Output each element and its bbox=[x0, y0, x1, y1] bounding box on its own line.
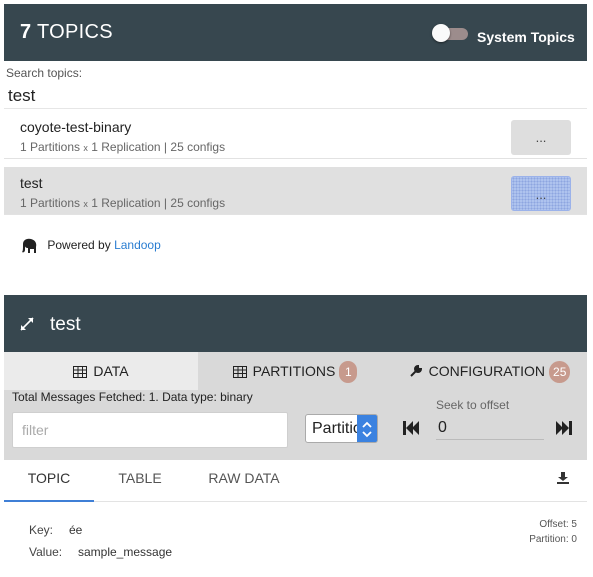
fetched-status: Total Messages Fetched: 1. Data type: bi… bbox=[12, 390, 253, 404]
topic-row[interactable]: coyote-test-binary 1 Partitions x 1 Repl… bbox=[4, 111, 587, 159]
value-label: Value: bbox=[29, 545, 63, 559]
topic-name: test bbox=[20, 175, 43, 191]
search-input[interactable] bbox=[4, 83, 587, 109]
topics-title: 7 TOPICS bbox=[20, 21, 113, 44]
powered-by: Powered by Landoop bbox=[20, 236, 161, 256]
view-subtabs: TOPIC TABLE RAW DATA bbox=[4, 460, 587, 502]
seek-offset-input[interactable] bbox=[436, 416, 544, 440]
offset-text: Offset: 5 bbox=[539, 519, 577, 530]
detail-tabs: DATA PARTITIONS 1 CONFIGURATION 25 bbox=[4, 352, 587, 390]
topics-title-label: TOPICS bbox=[36, 21, 113, 43]
wrench-icon bbox=[409, 364, 422, 377]
message-record: Key: ée Value: sample_message Offset: 5 … bbox=[4, 503, 587, 573]
topics-header: 7 TOPICS System Topics bbox=[4, 4, 587, 61]
search-label: Search topics: bbox=[6, 66, 83, 80]
data-controls: Total Messages Fetched: 1. Data type: bi… bbox=[4, 390, 587, 460]
key-value: ée bbox=[69, 523, 83, 537]
download-icon[interactable] bbox=[556, 471, 570, 485]
table-icon bbox=[73, 366, 88, 378]
subtab-table[interactable]: TABLE bbox=[94, 460, 186, 502]
tab-configuration[interactable]: CONFIGURATION 25 bbox=[392, 352, 587, 390]
subtab-raw-data[interactable]: RAW DATA bbox=[186, 460, 302, 502]
subtab-topic[interactable]: TOPIC bbox=[4, 460, 94, 502]
tab-data[interactable]: DATA bbox=[4, 352, 198, 390]
topic-meta: 1 Partitions x 1 Replication | 25 config… bbox=[20, 140, 226, 154]
value-value: sample_message bbox=[78, 545, 173, 559]
topic-row[interactable]: test 1 Partitions x 1 Replication | 25 c… bbox=[4, 167, 587, 215]
system-topics-toggle[interactable] bbox=[432, 24, 468, 42]
configuration-badge: 25 bbox=[549, 361, 571, 383]
topic-options-button[interactable]: ... bbox=[511, 120, 571, 155]
expand-icon[interactable] bbox=[19, 316, 35, 332]
seek-offset-label: Seek to offset bbox=[436, 398, 510, 412]
partition-text: Partition: 0 bbox=[529, 534, 577, 545]
topic-detail-header: test bbox=[4, 295, 587, 352]
topic-options-button[interactable]: ... bbox=[511, 176, 571, 211]
topic-detail-title: test bbox=[50, 314, 81, 335]
topics-count: 7 bbox=[20, 21, 32, 43]
system-topics-label: System Topics bbox=[477, 29, 575, 45]
select-arrows-icon bbox=[357, 415, 377, 442]
topic-meta: 1 Partitions x 1 Replication | 25 config… bbox=[20, 196, 226, 210]
partitions-badge: 1 bbox=[339, 361, 358, 383]
landoop-link[interactable]: Landoop bbox=[114, 238, 161, 252]
seek-last-icon[interactable] bbox=[555, 420, 573, 436]
partition-select[interactable]: Partition bbox=[305, 414, 378, 443]
topic-name: coyote-test-binary bbox=[20, 119, 132, 135]
seek-first-icon[interactable] bbox=[402, 420, 420, 436]
tab-partitions[interactable]: PARTITIONS 1 bbox=[198, 352, 392, 390]
filter-input[interactable] bbox=[12, 412, 288, 448]
key-label: Key: bbox=[29, 523, 54, 537]
elephant-logo-icon bbox=[22, 238, 37, 253]
table-icon bbox=[232, 366, 247, 378]
